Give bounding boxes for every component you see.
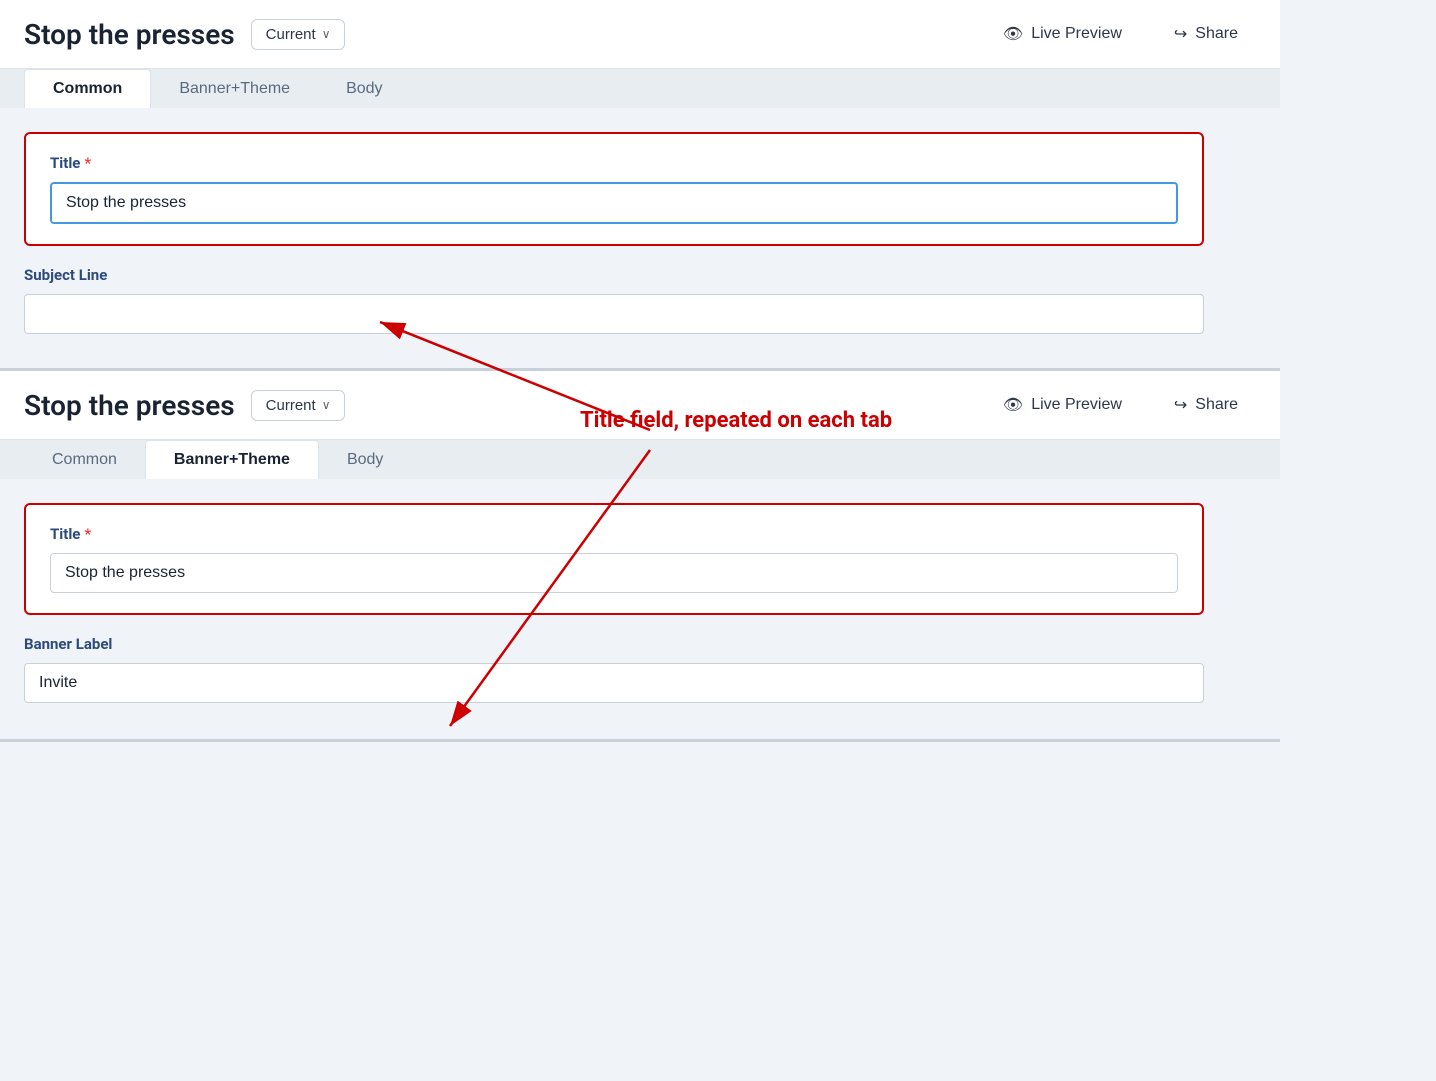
top-title-label: Title * xyxy=(50,154,1178,172)
eye-icon: 👁 xyxy=(1003,24,1023,44)
top-title-required-star: * xyxy=(84,154,91,172)
top-tab-common[interactable]: Common xyxy=(24,69,151,108)
top-share-button[interactable]: ↪ Share xyxy=(1156,16,1256,52)
share-icon: ↪ xyxy=(1174,24,1187,44)
top-title-input[interactable] xyxy=(50,182,1178,224)
top-tab-banner-theme[interactable]: Banner+Theme xyxy=(151,70,318,108)
top-subject-line-section: Subject Line xyxy=(24,266,1204,334)
top-subject-line-label: Subject Line xyxy=(24,266,1204,284)
top-tab-body[interactable]: Body xyxy=(318,70,410,108)
bottom-tab-body[interactable]: Body xyxy=(319,441,411,479)
bottom-title-card: Title * xyxy=(24,503,1204,615)
bottom-tabs-bar: Common Banner+Theme Body xyxy=(0,440,1280,479)
bottom-title-label: Title * xyxy=(50,525,1178,543)
bottom-version-dropdown[interactable]: Current ∨ xyxy=(251,390,346,421)
top-panel-content: Title * Subject Line xyxy=(0,108,1280,368)
bottom-title-input[interactable] xyxy=(50,553,1178,593)
top-panel-title: Stop the presses xyxy=(24,18,235,51)
bottom-panel-content: Title * Banner Label xyxy=(0,479,1280,739)
top-live-preview-button[interactable]: 👁 Live Preview xyxy=(985,16,1140,52)
bottom-banner-label-label: Banner Label xyxy=(24,635,1204,653)
bottom-tab-banner-theme[interactable]: Banner+Theme xyxy=(145,440,319,479)
share-icon-2: ↪ xyxy=(1174,395,1187,415)
eye-icon-2: 👁 xyxy=(1003,395,1023,415)
bottom-banner-label-section: Banner Label xyxy=(24,635,1204,703)
bottom-panel-header: Stop the presses Current ∨ 👁 Live Previe… xyxy=(0,371,1280,440)
bottom-banner-label-input[interactable] xyxy=(24,663,1204,703)
top-tabs-bar: Common Banner+Theme Body xyxy=(0,69,1280,108)
bottom-panel-title: Stop the presses xyxy=(24,389,235,422)
top-subject-line-input[interactable] xyxy=(24,294,1204,334)
bottom-share-button[interactable]: ↪ Share xyxy=(1156,387,1256,423)
chevron-down-icon: ∨ xyxy=(322,27,331,41)
top-version-dropdown[interactable]: Current ∨ xyxy=(251,19,346,50)
top-title-card: Title * xyxy=(24,132,1204,246)
chevron-down-icon-2: ∨ xyxy=(322,398,331,412)
top-panel-header: Stop the presses Current ∨ 👁 Live Previe… xyxy=(0,0,1280,69)
bottom-live-preview-button[interactable]: 👁 Live Preview xyxy=(985,387,1140,423)
bottom-tab-common[interactable]: Common xyxy=(24,441,145,479)
bottom-title-required-star: * xyxy=(84,525,91,543)
